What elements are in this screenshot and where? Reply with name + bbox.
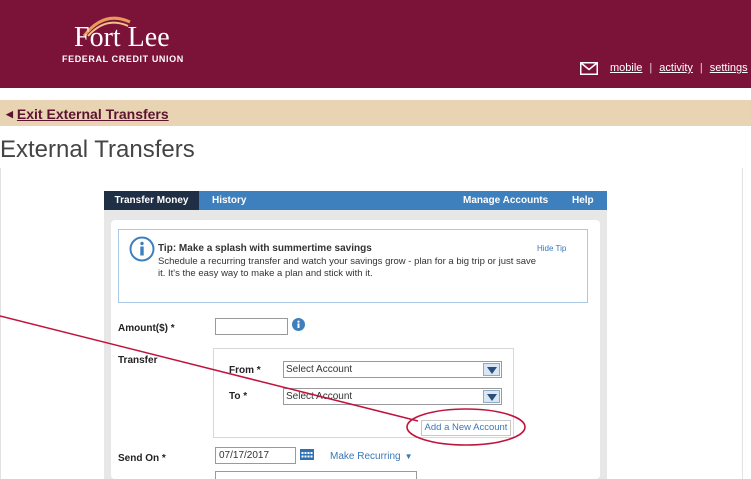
page-title: External Transfers — [0, 136, 195, 163]
fort-lee-logo[interactable]: Fort Lee FEDERAL CREDIT UNION — [62, 8, 202, 64]
tab-history[interactable]: History — [212, 191, 246, 210]
tab-manage-accounts[interactable]: Manage Accounts — [463, 191, 548, 210]
from-account-select[interactable]: Select Account — [283, 361, 502, 378]
to-account-select[interactable]: Select Account — [283, 388, 502, 405]
page-divider — [0, 168, 1, 479]
make-recurring-label: Make Recurring — [330, 451, 401, 462]
activity-link[interactable]: activity — [659, 62, 693, 74]
amount-input[interactable] — [215, 318, 288, 335]
amount-label: Amount($) * — [118, 323, 175, 334]
breadcrumb[interactable]: ◀ Exit External Transfers — [6, 106, 169, 122]
from-dropdown-button[interactable] — [483, 363, 500, 376]
page-divider — [742, 168, 743, 479]
exit-external-transfers-link[interactable]: Exit External Transfers — [17, 106, 169, 122]
caret-down-icon: ▼ — [404, 452, 413, 461]
add-new-account-button[interactable]: Add a New Account — [421, 420, 511, 436]
hide-tip-link[interactable]: Hide Tip — [537, 244, 566, 253]
link-separator: | — [699, 62, 703, 74]
tip-title: Tip: Make a splash with summertime savin… — [158, 243, 372, 254]
brand-name: Fort Lee — [74, 22, 170, 53]
triangle-down-icon — [487, 367, 497, 374]
from-label: From * — [229, 365, 261, 376]
transfer-label: Transfer — [118, 355, 158, 366]
mobile-link[interactable]: mobile — [610, 62, 642, 74]
link-separator: | — [649, 62, 653, 74]
tip-body: Schedule a recurring transfer and watch … — [158, 256, 537, 279]
amount-info-icon[interactable] — [292, 318, 305, 331]
back-arrow-icon: ◀ — [6, 109, 13, 119]
to-label: To * — [229, 391, 248, 402]
brand-subtitle: FEDERAL CREDIT UNION — [62, 54, 184, 64]
info-circle-icon — [129, 236, 155, 262]
tab-transfer-money[interactable]: Transfer Money — [104, 191, 199, 210]
tip-box: Tip: Make a splash with summertime savin… — [118, 229, 588, 303]
site-header: Fort Lee FEDERAL CREDIT UNION mobile | a… — [0, 0, 751, 88]
make-recurring-link[interactable]: Make Recurring ▼ — [330, 451, 413, 462]
mail-icon[interactable] — [580, 61, 598, 75]
calendar-icon[interactable] — [300, 449, 314, 460]
breadcrumb-bar: ◀ Exit External Transfers — [0, 100, 751, 126]
send-on-date-input[interactable] — [215, 447, 296, 464]
to-dropdown-button[interactable] — [483, 390, 500, 403]
to-account-value: Select Account — [286, 391, 353, 402]
tab-help[interactable]: Help — [572, 191, 594, 210]
send-on-label: Send On * — [118, 453, 166, 464]
header-links: mobile | activity | settings — [580, 60, 748, 76]
triangle-down-icon — [487, 394, 497, 401]
settings-link[interactable]: settings — [710, 62, 748, 74]
next-field-input[interactable] — [215, 471, 417, 479]
transfer-tabs: Transfer Money History Manage Accounts H… — [104, 191, 607, 210]
from-account-value: Select Account — [286, 364, 353, 375]
